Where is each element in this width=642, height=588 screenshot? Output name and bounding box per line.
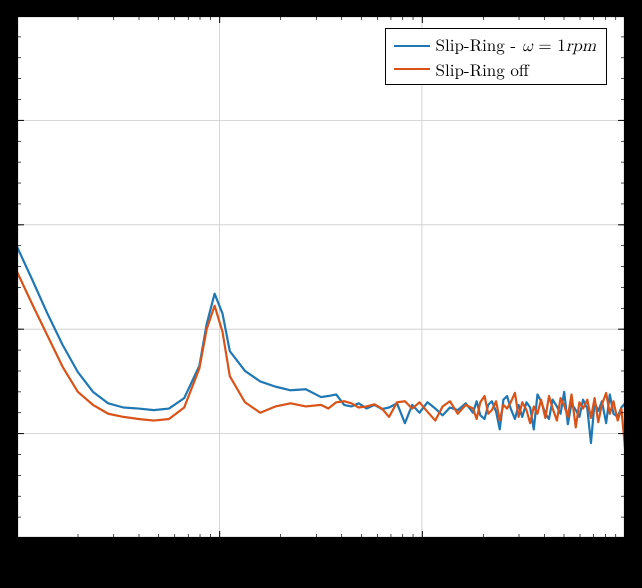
legend-label: Slip-Ring off xyxy=(436,58,529,80)
plot-area: Slip-Ring - ω = 1rpm Slip-Ring off xyxy=(17,16,625,538)
legend: Slip-Ring - ω = 1rpm Slip-Ring off xyxy=(385,28,607,85)
legend-item: Slip-Ring - ω = 1rpm xyxy=(394,33,596,58)
legend-swatch-icon xyxy=(394,45,430,47)
chart-svg xyxy=(17,16,625,538)
legend-label: Slip-Ring - ω = 1rpm xyxy=(436,33,596,58)
legend-swatch-icon xyxy=(394,68,430,70)
plot-background xyxy=(17,16,625,538)
legend-item: Slip-Ring off xyxy=(394,58,596,80)
